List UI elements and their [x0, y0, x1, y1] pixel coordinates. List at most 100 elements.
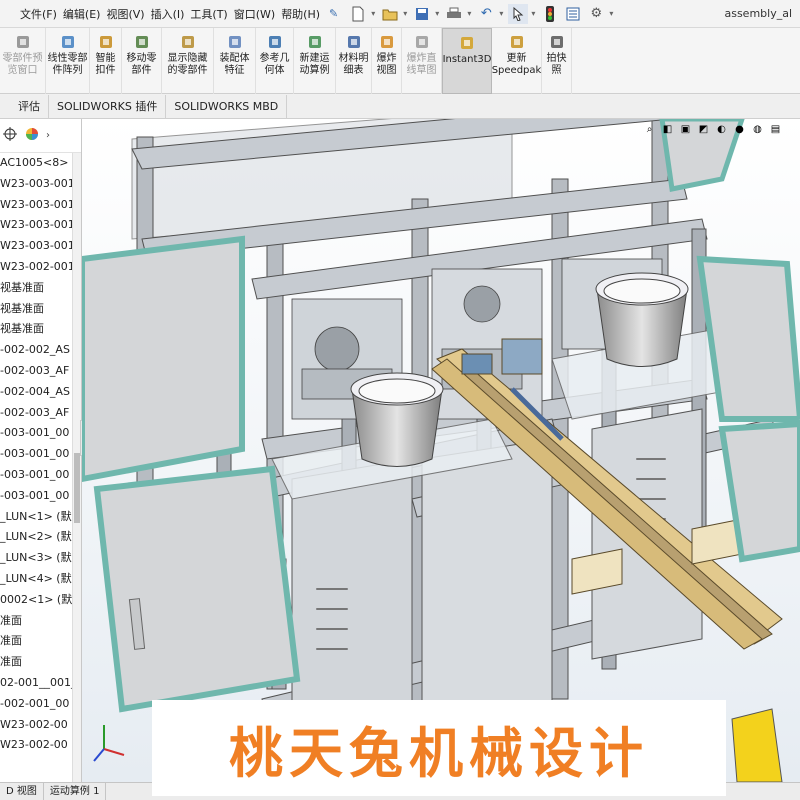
graphics-viewport[interactable]: ⌕ ◧ ▣ ◩ ◐ ● ◍ ▤ — [82, 119, 800, 782]
tree-item[interactable]: 准面 — [0, 652, 81, 673]
ribbon-button-label: 显示隐藏 的零部件 — [167, 53, 208, 76]
tree-item[interactable]: -002-002_AS — [0, 340, 81, 361]
tree-item[interactable]: W23-002-001 — [0, 257, 81, 278]
ribbon-button-5[interactable]: 装配体 特征 — [214, 28, 256, 94]
tree-item[interactable]: W23-003-001 — [0, 215, 81, 236]
select-arrow-icon[interactable] — [508, 3, 529, 24]
chevron-down-icon[interactable]: ▾ — [467, 9, 471, 18]
show-hidden-icon — [179, 33, 197, 51]
chevron-down-icon[interactable]: ▾ — [435, 9, 439, 18]
document-title: assembly_al — [724, 7, 792, 20]
tree-item[interactable]: W23-002-00 — [0, 715, 81, 736]
ribbon-button-13[interactable]: 拍快 照 — [542, 28, 572, 94]
pin-icon[interactable]: ✎ — [329, 7, 338, 20]
menu-window[interactable]: 窗口(W) — [231, 6, 278, 22]
ribbon-button-label: 装配体 特征 — [219, 53, 250, 76]
zoom-fit-icon[interactable]: ⌕ — [642, 122, 657, 137]
tree-scrollbar[interactable] — [72, 153, 81, 782]
tree-item[interactable]: AC1005<8> ( — [0, 153, 81, 174]
tree-item[interactable]: -003-001_00 — [0, 465, 81, 486]
menu-file[interactable]: 文件(F) — [0, 6, 60, 22]
hide-show-icon[interactable]: ◐ — [714, 122, 729, 137]
tree-item[interactable]: 视基准面 — [0, 319, 81, 340]
speedpak-icon — [508, 33, 526, 51]
ribbon-button-7[interactable]: 新建运 动算例 — [294, 28, 336, 94]
ribbon-button-4[interactable]: 显示隐藏 的零部件 — [162, 28, 214, 94]
tree-item[interactable]: W23-003-001 — [0, 236, 81, 257]
chevron-down-icon[interactable]: ▾ — [403, 9, 407, 18]
tree-item[interactable]: 视基准面 — [0, 299, 81, 320]
display-style-icon[interactable]: ◩ — [696, 122, 711, 137]
view-settings-icon[interactable]: ▤ — [768, 122, 783, 137]
tree-item[interactable]: _LUN<1> (默 — [0, 507, 81, 528]
explode-view-icon — [378, 33, 396, 51]
tree-item[interactable]: -003-001_00 — [0, 423, 81, 444]
tree-item[interactable]: 准面 — [0, 631, 81, 652]
tab-motion-study-1[interactable]: 运动算例 1 — [44, 783, 107, 800]
tab-evaluate[interactable]: 评估 — [0, 94, 49, 119]
chevron-down-icon[interactable]: ▾ — [499, 9, 503, 18]
vibratory-bowl-right — [595, 272, 689, 367]
feature-manager-tree: › AC1005<8> (W23-003-001 W23-003-001 W23-0… — [0, 119, 82, 782]
tree-item[interactable]: 准面 — [0, 611, 81, 632]
menu-view[interactable]: 视图(V) — [103, 6, 147, 22]
watermark-text: 桃天兔机械设计 — [229, 720, 649, 785]
tree-item[interactable]: -002-003_AF — [0, 403, 81, 424]
ribbon-button-0[interactable]: 零部件预 览窗口 — [0, 28, 46, 94]
tab-solidworks-mbd[interactable]: SOLIDWORKS MBD — [166, 94, 288, 119]
tree-item[interactable]: -002-004_AS — [0, 382, 81, 403]
traffic-light-icon[interactable] — [540, 4, 560, 24]
crosshair-icon[interactable] — [2, 126, 18, 146]
ribbon-button-1[interactable]: 线性零部 件阵列 — [46, 28, 90, 94]
tree-item[interactable]: W23-002-00 — [0, 735, 81, 756]
gear-icon[interactable]: ⚙ — [586, 4, 606, 24]
tree-item[interactable]: 0002<1> (默 — [0, 590, 81, 611]
ribbon-button-6[interactable]: 参考几 何体 — [256, 28, 294, 94]
chevron-down-icon[interactable]: ▾ — [609, 9, 613, 18]
print-icon[interactable] — [444, 4, 464, 24]
section-view-icon[interactable]: ◧ — [660, 122, 675, 137]
open-folder-icon[interactable] — [380, 4, 400, 24]
tree-item[interactable]: -003-001_00 — [0, 486, 81, 507]
move-component-icon — [133, 33, 151, 51]
menu-insert[interactable]: 插入(I) — [148, 6, 188, 22]
ribbon-button-9[interactable]: 爆炸 视图 — [372, 28, 402, 94]
tree-item[interactable]: -003-001_00 — [0, 444, 81, 465]
tree-item[interactable]: 02-001__001_/ — [0, 673, 81, 694]
ribbon-button-2[interactable]: 智能 扣件 — [90, 28, 122, 94]
tree-item[interactable]: _LUN<4> (默 — [0, 569, 81, 590]
view-orientation-icon[interactable]: ▣ — [678, 122, 693, 137]
tab-3d-view[interactable]: D 视图 — [0, 783, 44, 800]
appearance-icon[interactable]: ● — [732, 122, 747, 137]
chevron-down-icon[interactable]: ▾ — [371, 9, 375, 18]
scene-icon[interactable]: ◍ — [750, 122, 765, 137]
motion-study-icon — [306, 33, 324, 51]
scroll-thumb[interactable] — [74, 453, 80, 523]
ribbon-button-10[interactable]: 爆炸直 线草图 — [402, 28, 442, 94]
display-manager-icon[interactable] — [24, 126, 40, 146]
undo-icon[interactable]: ↶ — [476, 4, 496, 24]
tree-item[interactable]: 视基准面 — [0, 278, 81, 299]
chevron-right-icon[interactable]: › — [46, 130, 50, 141]
tree-item[interactable]: -002-001_00 — [0, 694, 81, 715]
menu-help[interactable]: 帮助(H) — [278, 6, 323, 22]
menu-edit[interactable]: 编辑(E) — [60, 6, 104, 22]
ribbon-button-8[interactable]: 材料明 细表 — [336, 28, 372, 94]
tree-item[interactable]: _LUN<2> (默 — [0, 527, 81, 548]
ribbon-button-label: 更新 Speedpak — [491, 53, 542, 76]
tree-item[interactable]: W23-003-001 — [0, 174, 81, 195]
chevron-down-icon[interactable]: ▾ — [531, 9, 535, 18]
snapshot-icon — [548, 33, 566, 51]
file-properties-icon[interactable] — [563, 4, 583, 24]
tab-solidworks-addins[interactable]: SOLIDWORKS 插件 — [49, 94, 167, 119]
ribbon-button-3[interactable]: 移动零 部件 — [122, 28, 162, 94]
linear-pattern-icon — [59, 33, 77, 51]
new-document-icon[interactable] — [348, 4, 368, 24]
ribbon-button-11[interactable]: Instant3D — [442, 28, 492, 94]
menu-tools[interactable]: 工具(T) — [187, 6, 230, 22]
save-icon[interactable] — [412, 4, 432, 24]
tree-item[interactable]: _LUN<3> (默 — [0, 548, 81, 569]
ribbon-button-12[interactable]: 更新 Speedpak — [492, 28, 542, 94]
tree-item[interactable]: -002-003_AF — [0, 361, 81, 382]
tree-item[interactable]: W23-003-001 — [0, 195, 81, 216]
